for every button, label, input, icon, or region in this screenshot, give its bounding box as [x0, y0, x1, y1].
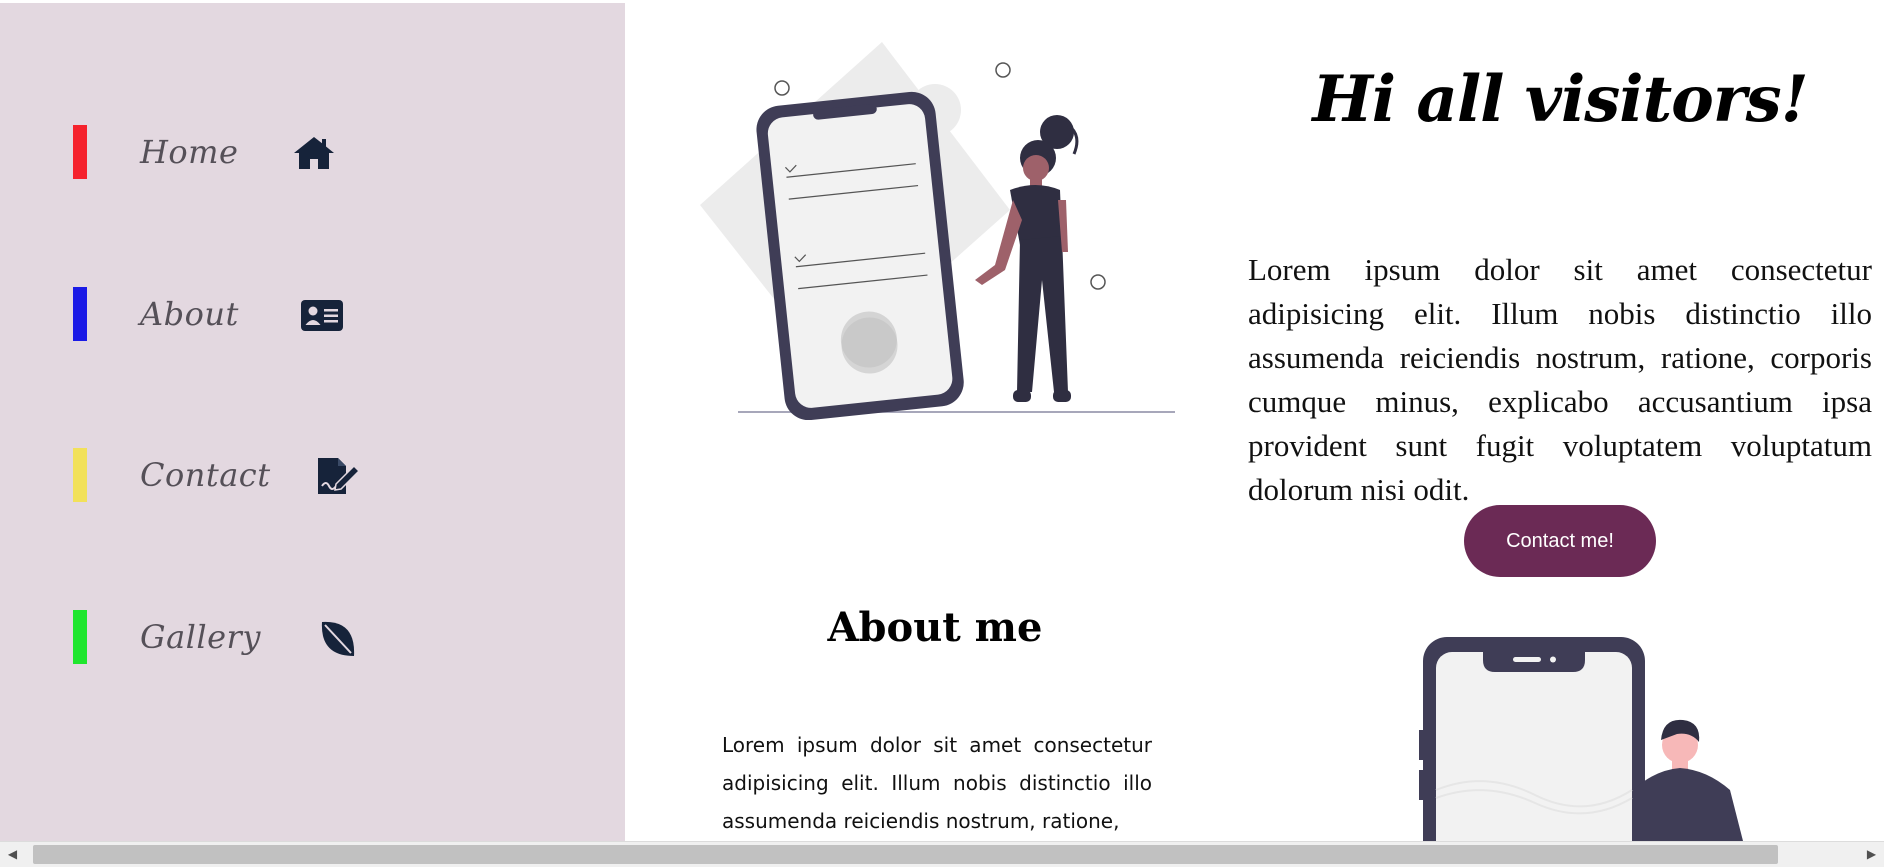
nav-color-bar [73, 448, 87, 502]
about-text: Lorem ipsum dolor sit amet consectetur a… [722, 733, 1152, 833]
nav-color-bar [73, 287, 87, 341]
contact-me-button[interactable]: Contact me! [1464, 505, 1656, 577]
about-title: About me [827, 604, 1043, 651]
sidebar-item-home[interactable]: Home [0, 125, 625, 179]
signature-icon [316, 456, 360, 496]
sidebar-item-gallery[interactable]: Gallery [0, 610, 625, 664]
scroll-right-arrow-icon[interactable]: ▶ [1859, 842, 1884, 867]
sidebar-item-label: Contact [140, 456, 271, 494]
sidebar-item-about[interactable]: About [0, 287, 625, 341]
hero-illustration [690, 40, 1180, 421]
leaf-icon [316, 618, 360, 658]
sidebar-item-contact[interactable]: Contact [0, 448, 625, 502]
sidebar: Home About Contact Gallery [0, 3, 625, 841]
horizontal-scrollbar[interactable]: ◀ ▶ [0, 841, 1884, 867]
scrollbar-thumb[interactable] [33, 845, 1778, 864]
nav-color-bar [73, 610, 87, 664]
hero-text: Lorem ipsum dolor sit amet consectetur a… [1248, 252, 1872, 507]
scroll-left-arrow-icon[interactable]: ◀ [0, 842, 25, 867]
about-illustration [1415, 630, 1755, 841]
hero-title: Hi all visitors! [1312, 62, 1808, 137]
home-icon [292, 133, 336, 173]
sidebar-item-label: Home [140, 133, 239, 171]
nav-color-bar [73, 125, 87, 179]
id-card-icon [300, 295, 344, 335]
sidebar-item-label: About [140, 295, 239, 333]
sidebar-item-label: Gallery [140, 618, 261, 656]
